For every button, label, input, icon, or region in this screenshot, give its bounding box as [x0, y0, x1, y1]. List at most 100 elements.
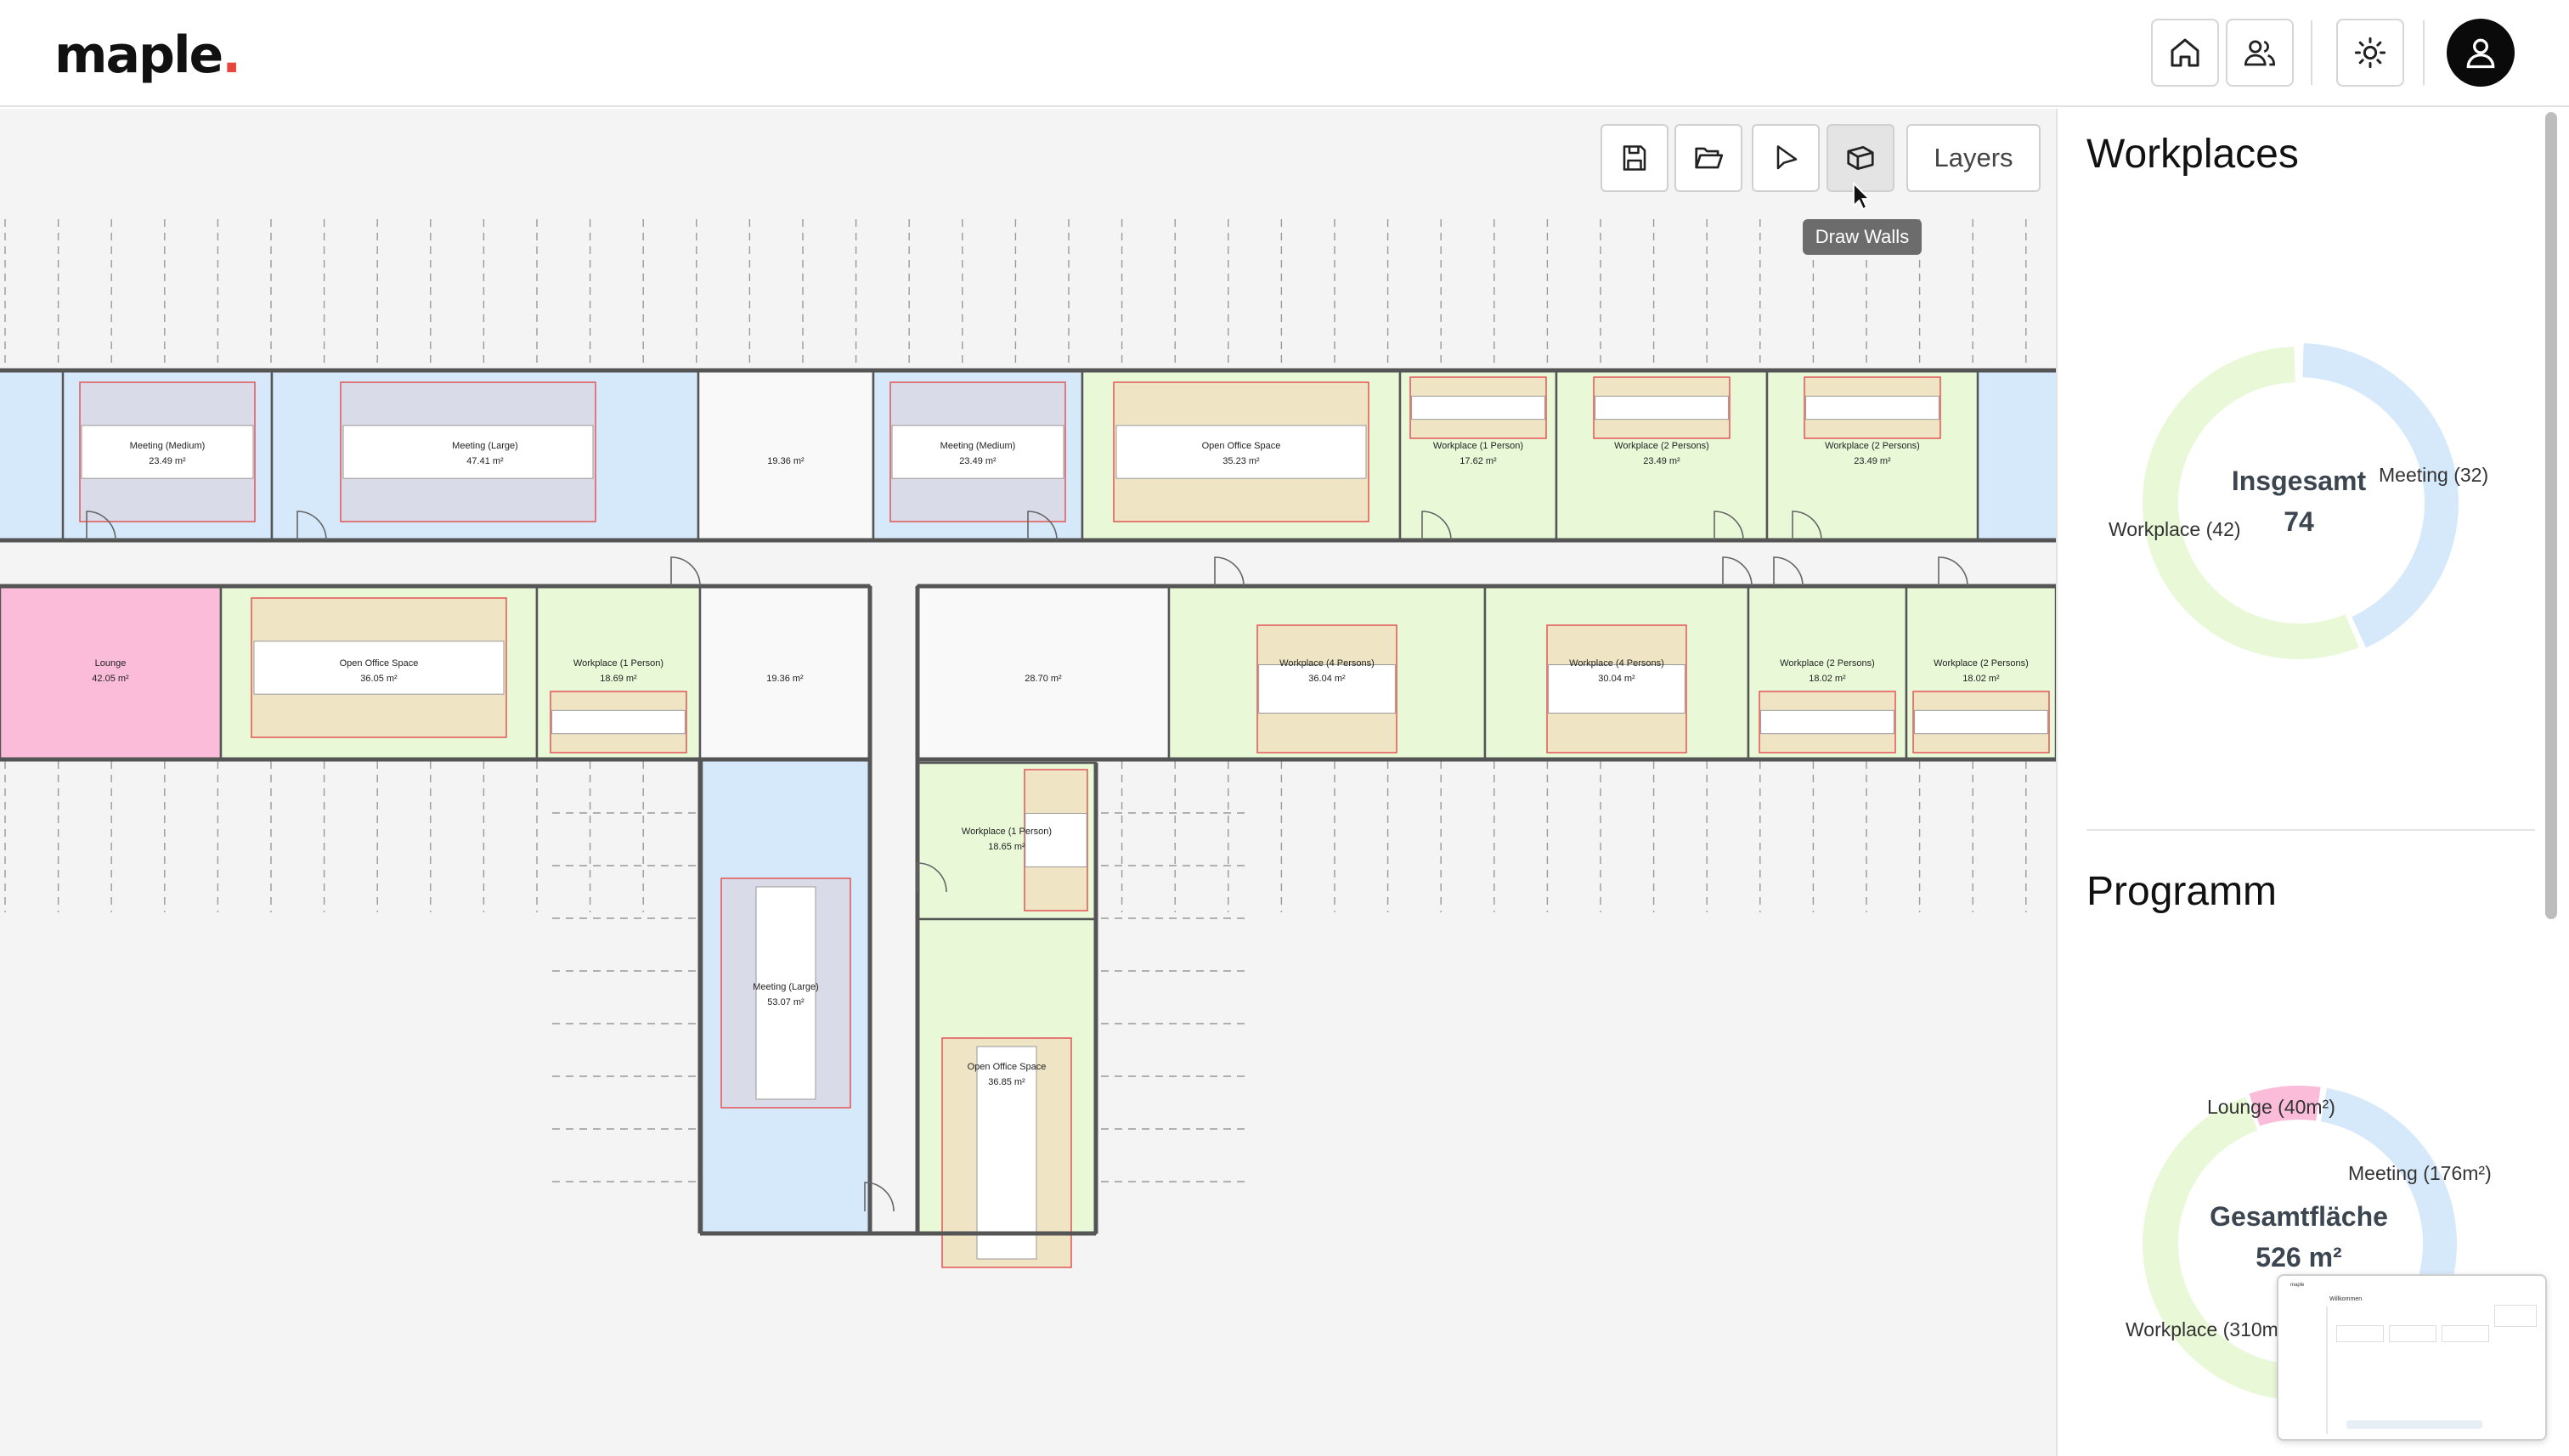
thumbnail-sidebar-line: [2326, 1306, 2328, 1434]
workplace-segment: [2143, 347, 2359, 659]
room-name-label: Open Office Space: [968, 1062, 1047, 1072]
desk-table: [1595, 395, 1729, 420]
user-avatar-button[interactable]: [2447, 19, 2515, 87]
screen-thumbnail-preview[interactable]: maple Willkommen: [2277, 1274, 2547, 1441]
desk-table: [891, 425, 1064, 479]
lounge-area-label: Lounge (40m²): [2207, 1096, 2335, 1118]
users-button[interactable]: [2226, 19, 2294, 87]
desk-table: [342, 425, 594, 479]
desk-table: [1115, 425, 1367, 479]
room: Workplace (4 Persons) 36.04 m²: [1167, 584, 1487, 761]
room-area-label: 28.70 m²: [1025, 674, 1062, 684]
room-area-label: 18.65 m²: [988, 842, 1025, 852]
workplaces-total-title: Insgesamt: [2231, 466, 2367, 496]
room-area-label: 23.49 m²: [1643, 456, 1680, 466]
logo-text: maple: [54, 25, 223, 85]
room-area: [698, 584, 872, 761]
room-name-label: Meeting (Large): [753, 982, 819, 992]
room-area-label: 36.85 m²: [988, 1077, 1025, 1087]
room-meeting-edge: [1978, 370, 2056, 540]
room-area-label: 23.49 m²: [149, 456, 186, 466]
room-area-label: 19.36 m²: [766, 674, 804, 684]
room-area-label: 23.49 m²: [959, 456, 997, 466]
toolbar-separator: [2311, 20, 2312, 85]
users-icon: [2244, 40, 2276, 66]
home-button[interactable]: [2151, 19, 2219, 87]
room: Workplace (2 Persons) 23.49 m²: [1555, 369, 1769, 542]
room: Workplace (1 Person) 18.69 m²: [535, 584, 702, 761]
thumbnail-card: [2336, 1325, 2384, 1342]
room-area-label: 36.05 m²: [360, 674, 398, 684]
room: 19.36 m²: [698, 584, 872, 761]
select-tool-button[interactable]: [1752, 124, 1820, 192]
theme-toggle-button[interactable]: [2336, 19, 2404, 87]
door-swing: [1214, 556, 1245, 587]
door-swing: [670, 556, 701, 587]
room: Open Office Space 36.85 m²: [916, 917, 1098, 1268]
toolbar-separator: [2423, 20, 2425, 85]
save-button[interactable]: [1601, 124, 1668, 192]
sun-icon: [2354, 37, 2386, 69]
room: Meeting (Large) 53.07 m²: [700, 758, 872, 1235]
draw-walls-icon: [1847, 145, 1874, 171]
thumbnail-card: [2494, 1305, 2537, 1327]
top-bar: maple.: [0, 0, 2569, 107]
workplace-count-label: Workplace (42): [2109, 518, 2241, 540]
open-button[interactable]: [1674, 124, 1742, 192]
room-name-label: Open Office Space: [340, 658, 419, 669]
room-area-label: 47.41 m²: [466, 456, 504, 466]
room-meeting-edge: [0, 370, 63, 540]
room-area-label: 18.02 m²: [1962, 674, 2000, 684]
room-name-label: Workplace (4 Persons): [1279, 658, 1375, 669]
thumbnail-card: [2389, 1325, 2436, 1342]
room-area-label: 36.04 m²: [1308, 674, 1346, 684]
room: Lounge 42.05 m²: [0, 584, 223, 761]
app-root: maple. Meeting (Medium) 23.49 m² Meeting (…: [0, 0, 2569, 1456]
room: Open Office Space 36.05 m²: [219, 584, 539, 761]
home-icon: [2171, 38, 2199, 67]
meeting-area-label: Meeting (176m²): [2348, 1162, 2492, 1184]
stats-panel: Workplaces Insgesamt 74 Meeting (32) Wor…: [2056, 109, 2569, 1456]
desk-table: [755, 886, 816, 1100]
room-name-label: Workplace (1 Person): [573, 658, 663, 669]
workplace-area-label: Workplace (310m²: [2126, 1318, 2285, 1340]
logo[interactable]: maple.: [54, 25, 241, 85]
thumbnail-title: Willkommen: [2329, 1296, 2363, 1302]
desk-table: [1258, 664, 1396, 714]
room-name-label: Workplace (2 Persons): [1780, 658, 1875, 669]
floor-plan-drawing[interactable]: Meeting (Medium) 23.49 m² Meeting (Large) 4…: [0, 109, 2056, 1456]
layers-button[interactable]: Layers: [1906, 124, 2041, 192]
workplaces-donut-chart: [2143, 343, 2459, 659]
room: Workplace (2 Persons) 23.49 m²: [1765, 369, 1979, 542]
panel-divider: [2086, 829, 2535, 831]
floor-plan-canvas[interactable]: Meeting (Medium) 23.49 m² Meeting (Large) 4…: [0, 109, 2056, 1456]
room-name-label: Workplace (1 Person): [1433, 441, 1523, 451]
mouse-cursor-icon: [1853, 182, 1872, 211]
desk-table: [1025, 812, 1087, 868]
room-area-label: 23.49 m²: [1854, 456, 1891, 466]
room: Workplace (4 Persons) 30.04 m²: [1483, 584, 1750, 761]
room: Workplace (1 Person) 17.62 m²: [1398, 369, 1558, 542]
room-area-label: 35.23 m²: [1222, 456, 1260, 466]
room-name-label: Workplace (2 Persons): [1614, 441, 1709, 451]
total-area-title: Gesamtfläche: [2210, 1201, 2388, 1232]
room-area: [916, 584, 1171, 761]
room-area-label: 42.05 m²: [92, 674, 129, 684]
user-icon: [2466, 38, 2495, 69]
desk-table: [1411, 395, 1545, 420]
room-name-label: Open Office Space: [1202, 441, 1281, 451]
desk-table: [1760, 709, 1894, 735]
total-area-value: 526 m²: [2256, 1242, 2342, 1273]
room: Meeting (Medium) 23.49 m²: [872, 369, 1084, 542]
room: Workplace (2 Persons) 18.02 m²: [1905, 584, 2056, 761]
desk-table: [81, 425, 254, 479]
logo-dot: .: [222, 25, 241, 85]
rooms-layer: Meeting (Medium) 23.49 m² Meeting (Large) 4…: [0, 368, 2056, 1268]
room: Workplace (1 Person) 18.65 m²: [916, 761, 1098, 921]
thumbnail-card: [2442, 1325, 2489, 1342]
save-icon: [1623, 145, 1646, 171]
panel-scrollbar[interactable]: [2545, 112, 2557, 919]
room-area-label: 19.36 m²: [767, 456, 805, 466]
room-name-label: Workplace (1 Person): [962, 827, 1052, 837]
room-name-label: Workplace (2 Persons): [1825, 441, 1920, 451]
